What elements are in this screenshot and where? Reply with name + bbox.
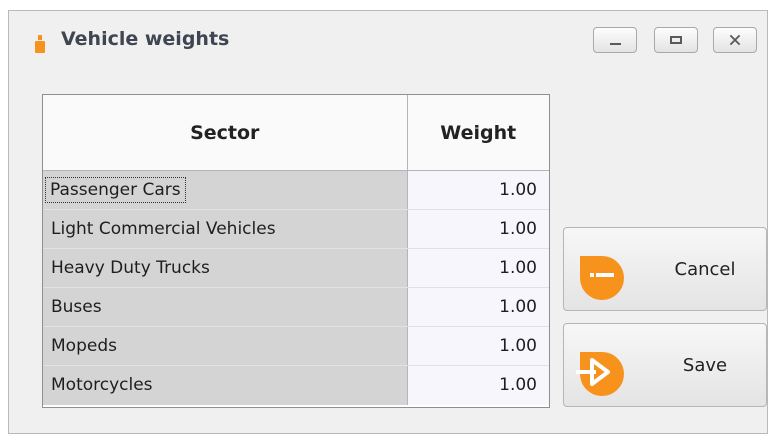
table-row[interactable]: Passenger Cars 1.00 (43, 170, 549, 210)
minimize-icon (610, 43, 621, 45)
app-icon (35, 35, 45, 53)
table-row[interactable]: Light Commercial Vehicles 1.00 (43, 209, 549, 249)
sector-cell[interactable]: Heavy Duty Trucks (43, 248, 408, 288)
table-row[interactable]: Buses 1.00 (43, 287, 549, 327)
weights-grid[interactable]: Sector Weight Passenger Cars 1.00 Light … (42, 94, 550, 408)
close-icon (729, 34, 741, 46)
table-row[interactable]: Mopeds 1.00 (43, 326, 549, 366)
sector-cell[interactable]: Buses (43, 287, 408, 327)
cancel-button[interactable]: Cancel (563, 227, 767, 311)
dialog-window: Vehicle weights Sector Weight Passenger … (8, 10, 768, 434)
header-row: Sector Weight (43, 95, 549, 171)
sector-cell[interactable]: Mopeds (43, 326, 408, 366)
sector-cell-text: Passenger Cars (45, 177, 186, 203)
column-header-weight[interactable]: Weight (407, 95, 549, 171)
sector-cell[interactable]: Passenger Cars (43, 170, 408, 210)
weight-cell[interactable]: 1.00 (407, 209, 549, 249)
table-row[interactable]: Motorcycles 1.00 (43, 365, 549, 405)
weight-cell[interactable]: 1.00 (407, 248, 549, 288)
maximize-icon (670, 36, 682, 44)
maximize-button[interactable] (654, 27, 698, 53)
save-icon (576, 352, 624, 396)
weight-cell[interactable]: 1.00 (407, 326, 549, 366)
column-header-sector[interactable]: Sector (43, 95, 408, 171)
window-title: Vehicle weights (61, 28, 230, 50)
weight-cell[interactable]: 1.00 (407, 287, 549, 327)
sector-cell[interactable]: Motorcycles (43, 365, 408, 405)
save-button[interactable]: Save (563, 323, 767, 407)
sector-cell[interactable]: Light Commercial Vehicles (43, 209, 408, 249)
weight-cell[interactable]: 1.00 (407, 365, 549, 405)
cancel-button-label: Cancel (674, 258, 736, 280)
minimize-button[interactable] (593, 27, 637, 53)
save-button-label: Save (682, 354, 728, 376)
title-bar[interactable]: Vehicle weights (9, 11, 767, 67)
table-row[interactable]: Heavy Duty Trucks 1.00 (43, 248, 549, 288)
weight-cell[interactable]: 1.00 (407, 170, 549, 210)
cancel-icon (580, 256, 624, 300)
close-button[interactable] (713, 27, 757, 53)
